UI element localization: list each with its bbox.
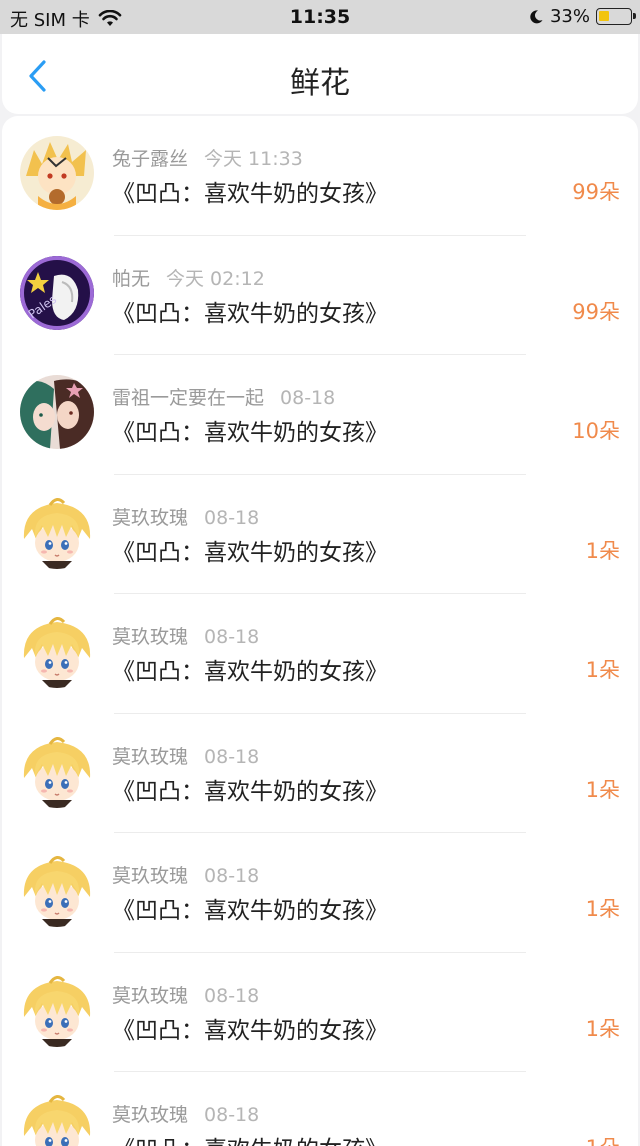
- flower-count: 99朵: [572, 180, 620, 204]
- status-bar: 无 SIM 卡 11:35 33%: [0, 0, 640, 34]
- row-meta: 莫玖玫瑰 08-18: [112, 622, 259, 649]
- battery-percent: 33%: [549, 6, 590, 27]
- battery-icon: [596, 8, 636, 25]
- timestamp: 08-18: [204, 1104, 260, 1126]
- user-name: 莫玖玫瑰: [112, 984, 189, 1007]
- timestamp: 08-18: [204, 865, 260, 887]
- avatar-pales-icon[interactable]: Pales: [20, 255, 94, 330]
- list-item[interactable]: Pales 帕无 今天 02:12 《凹凸：喜欢牛奶的女孩》 99朵: [2, 236, 638, 355]
- flower-count: 1朵: [585, 1016, 620, 1041]
- timestamp: 08-18: [204, 984, 260, 1007]
- timestamp: 08-18: [280, 387, 336, 409]
- flower-list: 兔子露丝 今天 11:33 《凹凸：喜欢牛奶的女孩》 99朵 Pales 帕无 今天 02:…: [2, 116, 638, 1146]
- flower-count: 1朵: [585, 538, 620, 563]
- user-name: 兔子露丝: [112, 148, 189, 170]
- row-meta: 莫玖玫瑰 08-18: [112, 861, 259, 888]
- timestamp: 今天 02:12: [166, 267, 265, 290]
- user-name: 莫玖玫瑰: [112, 506, 189, 529]
- avatar-blonde-icon[interactable]: [20, 494, 94, 569]
- user-name: 帕无: [112, 267, 151, 290]
- nav-bar: 鲜花: [2, 34, 638, 114]
- list-item[interactable]: 雷祖一定要在一起 08-18 《凹凸：喜欢牛奶的女孩》 10朵: [2, 355, 638, 475]
- list-item[interactable]: 莫玖玫瑰 08-18 《凹凸：喜欢牛奶的女孩》 1朵: [2, 953, 638, 1072]
- status-right: 33%: [528, 6, 636, 27]
- timestamp: 08-18: [204, 506, 260, 529]
- user-name: 莫玖玫瑰: [112, 745, 189, 768]
- row-meta: 莫玖玫瑰 08-18: [112, 1100, 259, 1127]
- avatar-couple-icon[interactable]: [20, 375, 94, 449]
- battery-fill: [599, 11, 609, 21]
- book-title: 《凹凸：喜欢牛奶的女孩》: [112, 1017, 388, 1044]
- book-title: 《凹凸：喜欢牛奶的女孩》: [112, 659, 388, 685]
- flower-count: 1朵: [585, 897, 620, 921]
- book-title: 《凹凸：喜欢牛奶的女孩》: [112, 1130, 388, 1146]
- book-title: 《凹凸：喜欢牛奶的女孩》: [112, 898, 388, 924]
- book-title: 《凹凸：喜欢牛奶的女孩》: [112, 300, 388, 327]
- timestamp: 08-18: [204, 745, 260, 768]
- timestamp: 今天 11:33: [204, 148, 303, 170]
- avatar-lion-icon[interactable]: [20, 136, 94, 210]
- list-item[interactable]: 莫玖玫瑰 08-18 《凹凸：喜欢牛奶的女孩》 1朵: [2, 714, 638, 833]
- book-title: 《凹凸：喜欢牛奶的女孩》: [112, 539, 388, 566]
- book-title: 《凹凸：喜欢牛奶的女孩》: [112, 778, 388, 805]
- row-meta: 雷祖一定要在一起 08-18: [112, 383, 335, 410]
- book-title: 《凹凸：喜欢牛奶的女孩》: [112, 420, 388, 446]
- list-item[interactable]: 兔子露丝 今天 11:33 《凹凸：喜欢牛奶的女孩》 99朵: [2, 116, 638, 236]
- flower-count: 99朵: [572, 299, 620, 324]
- list-item[interactable]: 莫玖玫瑰 08-18 《凹凸：喜欢牛奶的女孩》 1朵: [2, 1072, 638, 1146]
- flower-count: 10朵: [572, 419, 620, 443]
- flower-count: 1朵: [586, 1132, 620, 1146]
- avatar-blonde-icon[interactable]: [20, 614, 94, 688]
- list-item[interactable]: 莫玖玫瑰 08-18 《凹凸：喜欢牛奶的女孩》 1朵: [2, 594, 638, 714]
- user-name: 雷祖一定要在一起: [112, 387, 265, 409]
- row-meta: 莫玖玫瑰 08-18: [112, 981, 259, 1008]
- avatar-blonde-icon[interactable]: [20, 733, 94, 808]
- row-meta: 莫玖玫瑰 08-18: [112, 742, 259, 769]
- page-title: 鲜花: [290, 66, 350, 101]
- row-meta: 兔子露丝 今天 11:33: [112, 144, 303, 171]
- row-meta: 帕无 今天 02:12: [112, 264, 265, 291]
- user-name: 莫玖玫瑰: [112, 865, 189, 887]
- flower-count: 1朵: [585, 777, 620, 802]
- list-item[interactable]: 莫玖玫瑰 08-18 《凹凸：喜欢牛奶的女孩》 1朵: [2, 833, 638, 953]
- avatar-blonde-icon[interactable]: [20, 853, 94, 927]
- avatar-blonde-icon[interactable]: [20, 972, 94, 1047]
- timestamp: 08-18: [204, 626, 260, 648]
- list-item[interactable]: 莫玖玫瑰 08-18 《凹凸：喜欢牛奶的女孩》 1朵: [2, 475, 638, 594]
- user-name: 莫玖玫瑰: [112, 626, 189, 648]
- row-meta: 莫玖玫瑰 08-18: [112, 503, 259, 530]
- flower-count: 1朵: [585, 658, 620, 682]
- moon-icon: [530, 9, 543, 23]
- user-name: 莫玖玫瑰: [112, 1104, 189, 1126]
- book-title: 《凹凸：喜欢牛奶的女孩》: [112, 181, 388, 207]
